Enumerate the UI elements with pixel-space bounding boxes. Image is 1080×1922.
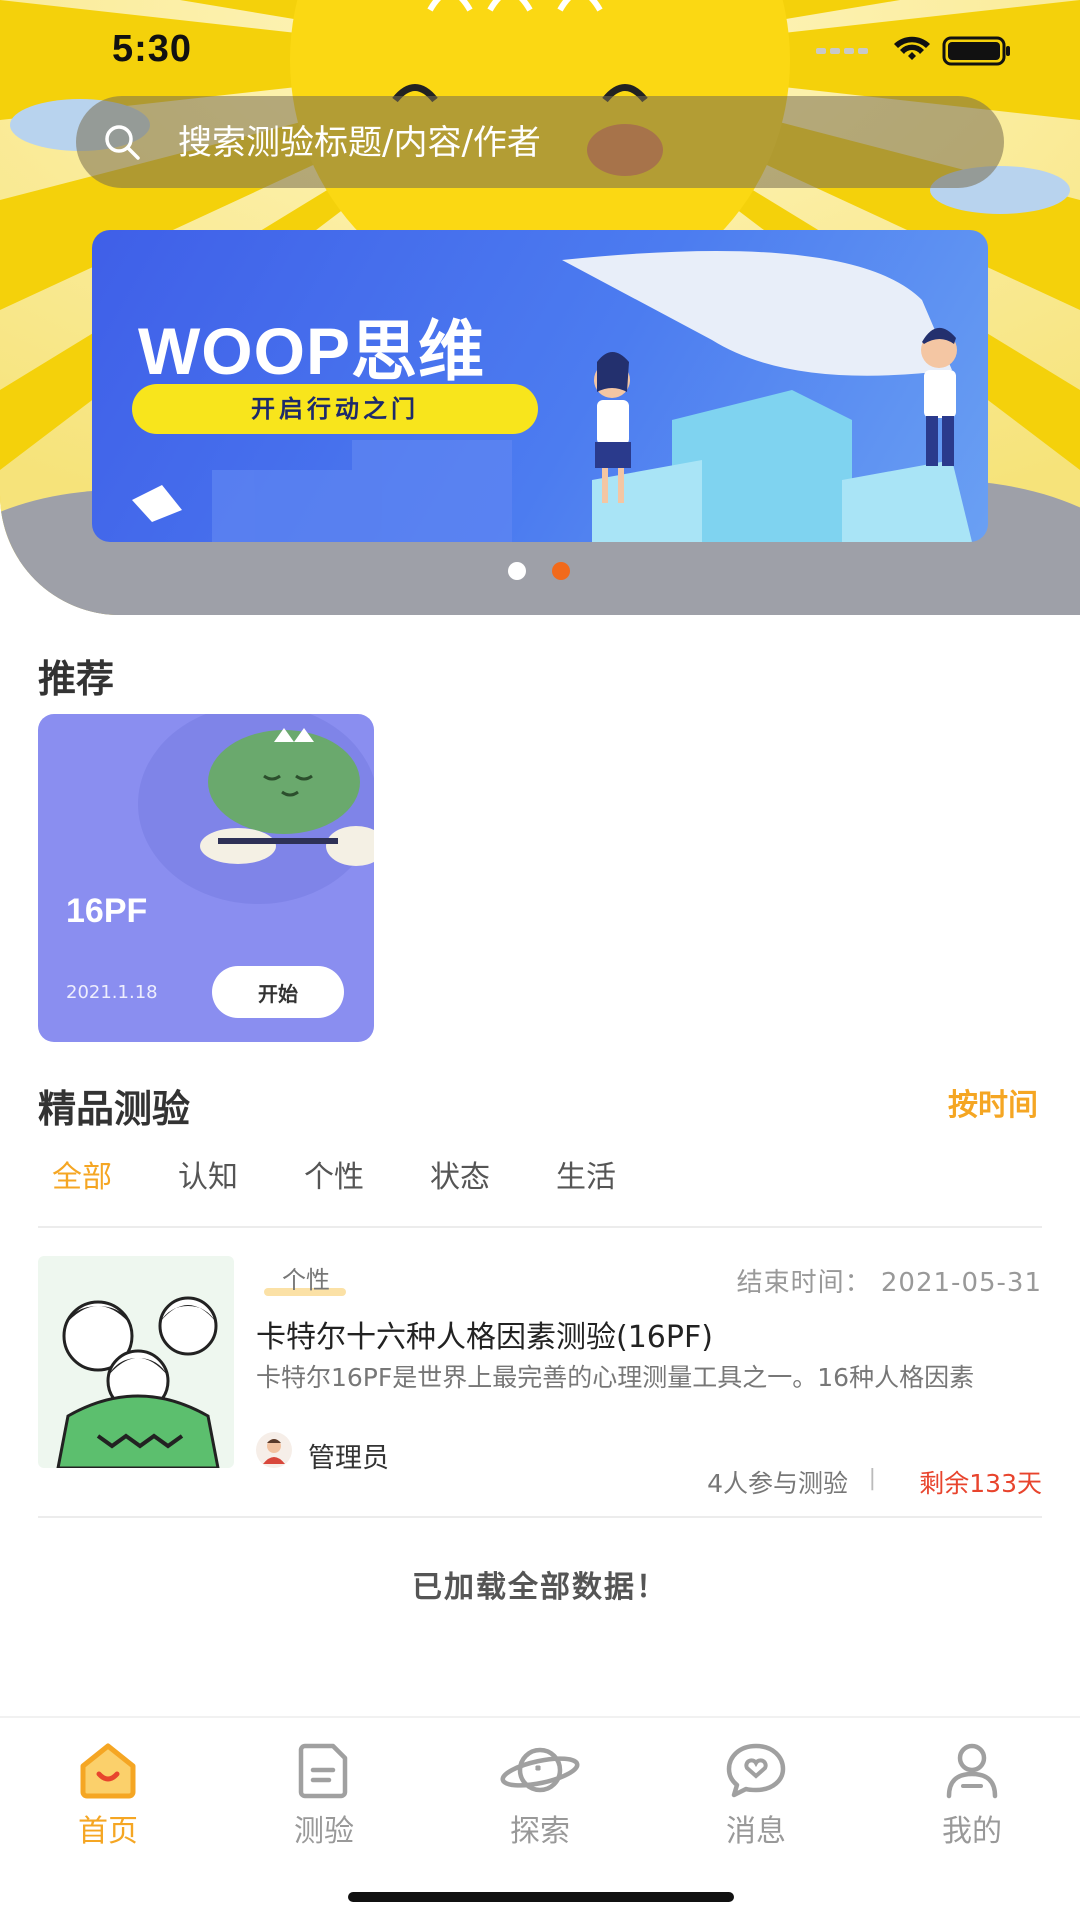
sort-by-time-link[interactable]: 按时间 — [948, 1080, 1038, 1124]
nav-home[interactable]: 首页 — [0, 1740, 216, 1860]
recommend-section-title: 推荐 — [38, 657, 115, 701]
search-input[interactable] — [176, 96, 980, 190]
author-name: 管理员 — [308, 1443, 389, 1474]
separator: | — [868, 1466, 876, 1491]
card-date: 2021.1.18 — [66, 982, 158, 1003]
test-thumbnail — [38, 1256, 234, 1468]
end-time: 结束时间： 2021-05-31 — [736, 1268, 1042, 1298]
carousel-dot-active[interactable] — [552, 562, 570, 580]
nav-explore-label: 探索 — [510, 1814, 570, 1849]
banner-subtitle: 开启行动之门 — [132, 384, 538, 434]
nav-tests[interactable]: 测验 — [216, 1740, 432, 1860]
search-icon — [105, 125, 140, 160]
card-title: 16PF — [66, 892, 148, 930]
nav-profile[interactable]: 我的 — [864, 1740, 1080, 1860]
participant-count: 4人参与测验 — [707, 1469, 848, 1498]
status-bar: 5:30 — [0, 0, 1080, 100]
hero-header: 5:30 搜索测验标题/内容/作者 WOOP思维 开启行动之门 — [0, 0, 1080, 615]
tab-state[interactable]: 状态 — [430, 1152, 490, 1196]
planet-icon — [500, 1747, 580, 1793]
nav-home-label: 首页 — [78, 1814, 138, 1849]
test-description: 卡特尔16PF是世界上最完善的心理测量工具之一。16种人格因素 — [256, 1363, 975, 1392]
remaining-days: 剩余133天 — [919, 1469, 1042, 1498]
quality-section-title: 精品测验 — [38, 1087, 191, 1131]
carousel-dot[interactable] — [508, 562, 526, 580]
status-indicators-icon — [816, 36, 1010, 66]
home-icon — [80, 1743, 136, 1799]
search-bar[interactable] — [76, 96, 1004, 190]
test-title[interactable]: 卡特尔十六种人格因素测验(16PF) — [256, 1312, 713, 1356]
nav-messages-label: 消息 — [726, 1814, 786, 1849]
recommend-card[interactable]: 16PF 2021.1.18 开始 — [38, 714, 374, 1042]
avatar — [256, 1432, 292, 1468]
status-time: 5:30 — [112, 28, 193, 70]
document-icon — [298, 1743, 348, 1799]
nav-messages[interactable]: 消息 — [648, 1740, 864, 1860]
home-indicator — [348, 1892, 734, 1902]
nav-tests-label: 测验 — [294, 1814, 354, 1849]
tab-all[interactable]: 全部 — [52, 1152, 112, 1196]
banner-title: WOOP思维 — [138, 314, 485, 388]
chat-heart-icon — [726, 1743, 786, 1798]
nav-explore[interactable]: 探索 — [432, 1740, 648, 1860]
tab-life[interactable]: 生活 — [556, 1152, 616, 1196]
faces-illustration — [56, 1296, 220, 1468]
tab-cognition[interactable]: 认知 — [178, 1152, 238, 1196]
divider — [38, 1516, 1042, 1518]
test-category-tag: 个性 — [282, 1266, 330, 1294]
tab-personality[interactable]: 个性 — [304, 1152, 364, 1196]
load-complete-text: 已加载全部数据！ — [412, 1570, 668, 1605]
nav-profile-label: 我的 — [942, 1814, 1002, 1849]
promo-banner[interactable]: WOOP思维 开启行动之门 — [92, 230, 988, 542]
divider — [38, 1226, 1042, 1228]
user-icon — [946, 1743, 998, 1799]
start-button[interactable]: 开始 — [212, 966, 344, 1018]
